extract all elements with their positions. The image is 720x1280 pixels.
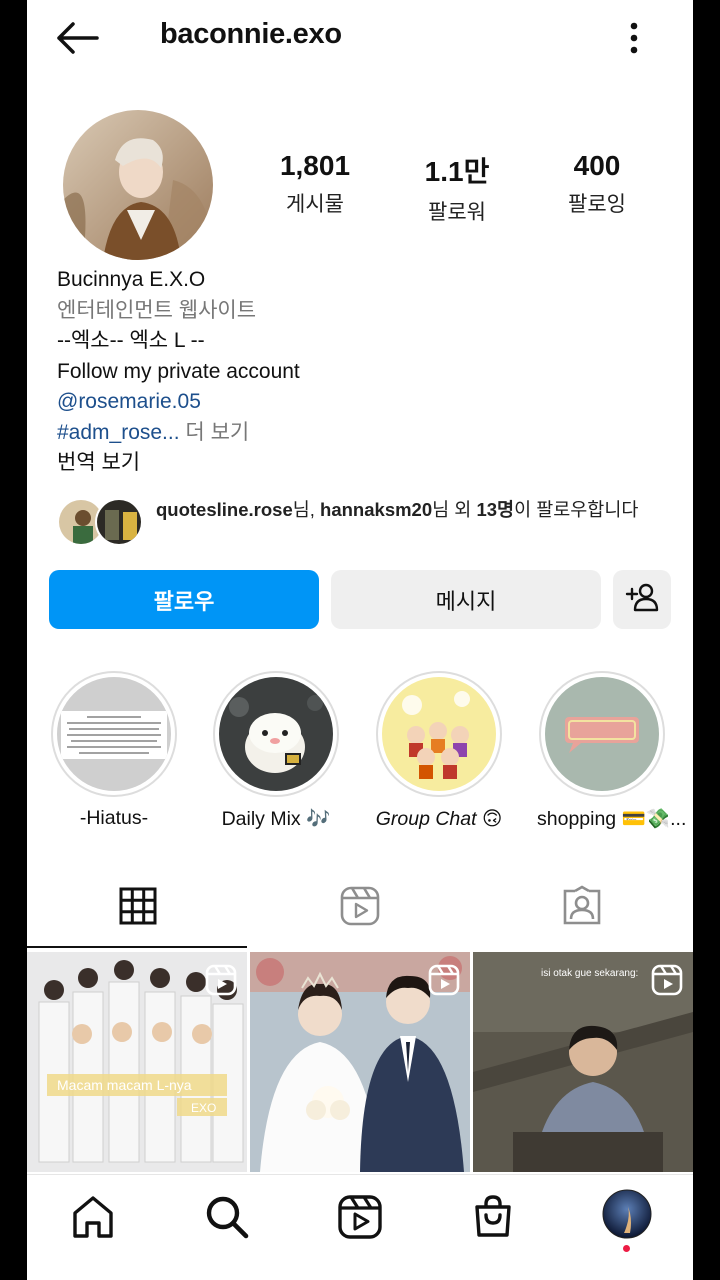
post-thumbnail-2[interactable]	[250, 952, 470, 1172]
grid-icon	[119, 887, 157, 930]
followers-count[interactable]: 1.1만 팔로워	[392, 150, 522, 226]
bio-line-1: --엑소-- 엑소 L --	[57, 329, 205, 352]
highlight-label: Group Chat 🙃	[375, 808, 503, 830]
highlight-daily-mix[interactable]: Daily Mix 🎶	[211, 671, 341, 831]
bio-line-2: Follow my private account	[57, 359, 300, 383]
highlight-label: -Hiatus-	[79, 807, 149, 829]
highlight-ring	[376, 671, 502, 797]
mutual-followers-text: quotesline.rose님, hannaksm20님 외 13명이 팔로우…	[156, 498, 656, 521]
hashtag-link[interactable]: #adm_rose...	[57, 421, 180, 444]
posts-count-value: 1,801	[279, 150, 351, 181]
highlight-cover-shopping	[545, 677, 659, 791]
highlight-ring	[51, 671, 177, 797]
follow-button[interactable]: 팔로우	[49, 570, 319, 629]
highlight-ring	[213, 671, 339, 797]
profile-tabs	[27, 868, 693, 948]
back-arrow-icon[interactable]	[53, 18, 103, 58]
bottom-navigation	[27, 1174, 693, 1280]
highlight-label: shopping 💳💸...	[537, 808, 687, 830]
posts-grid: Macam macam L-nya EXO isi otak gue sekar…	[27, 952, 693, 1172]
category-label: 엔터테인먼트 웹사이트	[57, 298, 257, 322]
tagged-person-icon	[561, 885, 603, 932]
post-thumbnail-3[interactable]: isi otak gue sekarang:	[473, 952, 693, 1172]
reel-indicator-icon	[205, 964, 237, 996]
reel-indicator-icon	[428, 964, 460, 996]
highlight-cover-hiatus	[57, 677, 171, 791]
highlight-shopping[interactable]: shopping 💳💸...	[537, 671, 687, 831]
mutual-avatar-2	[95, 498, 143, 546]
posts-count-label: 게시물	[286, 193, 344, 216]
highlight-label: Daily Mix 🎶	[221, 808, 331, 830]
highlight-hiatus[interactable]: -Hiatus-	[49, 671, 179, 830]
message-button[interactable]: 메시지	[331, 570, 601, 629]
mutual-text-part: 님,	[292, 499, 321, 520]
followers-count-value: 1.1만	[424, 156, 490, 187]
mutual-avatars	[57, 498, 147, 546]
following-count[interactable]: 400 팔로잉	[532, 150, 662, 218]
tab-tagged[interactable]	[471, 868, 693, 948]
mutual-text-part: 이 팔로우합니다	[514, 499, 639, 520]
notification-dot	[623, 1245, 630, 1252]
suggested-users-button[interactable]	[613, 570, 671, 629]
see-translation-link[interactable]: 번역 보기	[57, 448, 667, 479]
mutual-user-1[interactable]: quotesline.rose	[156, 499, 293, 520]
add-person-icon	[625, 582, 659, 618]
reel-indicator-icon	[651, 964, 683, 996]
profile-avatar[interactable]	[63, 110, 213, 260]
mention-link[interactable]: @rosemarie.05	[57, 387, 667, 418]
reels-icon	[340, 886, 380, 931]
active-tab-indicator	[27, 946, 247, 948]
post-overlay-subtext: EXO	[191, 1101, 216, 1115]
post-overlay-text: Macam macam L-nya	[57, 1077, 192, 1093]
mutual-count: 13명	[476, 499, 515, 520]
search-icon[interactable]	[203, 1193, 251, 1241]
post-overlay-text: isi otak gue sekarang:	[541, 968, 638, 979]
display-name: Bucinnya E.X.O	[57, 268, 206, 291]
mutual-text-part: 님 외	[432, 499, 477, 520]
shop-bag-icon[interactable]	[469, 1193, 517, 1241]
mutual-followers[interactable]: quotesline.rose님, hannaksm20님 외 13명이 팔로우…	[57, 494, 677, 552]
see-more-link[interactable]: 더 보기	[180, 421, 249, 444]
tab-reels[interactable]	[249, 868, 471, 948]
following-count-value: 400	[573, 150, 621, 181]
more-options-icon[interactable]	[617, 18, 651, 58]
highlight-cover-daily-mix	[219, 677, 333, 791]
highlight-cover-group-chat	[382, 677, 496, 791]
profile-avatar-nav[interactable]	[602, 1189, 652, 1239]
followers-count-label: 팔로워	[428, 201, 486, 224]
following-count-label: 팔로잉	[568, 193, 626, 216]
posts-count[interactable]: 1,801 게시물	[250, 150, 380, 218]
highlight-ring	[539, 671, 665, 797]
profile-bio: Bucinnya E.X.O 엔터테인먼트 웹사이트 --엑소-- 엑소 L -…	[57, 265, 667, 479]
mutual-user-2[interactable]: hannaksm20	[320, 499, 432, 520]
top-bar: baconnie.exo	[27, 0, 693, 80]
home-icon[interactable]	[69, 1193, 117, 1241]
reels-nav-icon[interactable]	[336, 1193, 384, 1241]
highlight-group-chat[interactable]: Group Chat 🙃	[374, 671, 504, 831]
post-thumbnail-1[interactable]: Macam macam L-nya EXO	[27, 952, 247, 1172]
profile-screen: baconnie.exo 1,801 게시물 1.1만 팔로워 400 팔로잉 …	[27, 0, 693, 1280]
profile-username: baconnie.exo	[160, 18, 342, 50]
tab-posts-grid[interactable]	[27, 868, 249, 948]
